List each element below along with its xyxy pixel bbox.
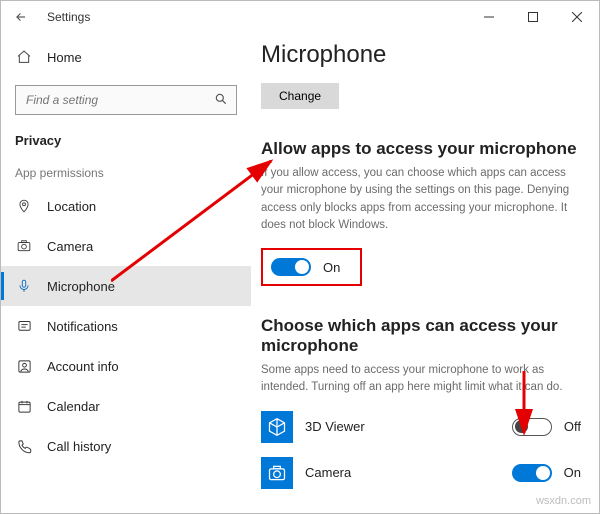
toggle-state-label: Off (564, 419, 581, 434)
titlebar: Settings (1, 1, 599, 33)
sidebar-item-label: Account info (47, 359, 119, 374)
section-allow-title: Allow apps to access your microphone (261, 139, 581, 159)
allow-apps-toggle[interactable] (271, 258, 311, 276)
location-icon (15, 198, 33, 214)
app-toggle-camera[interactable] (512, 464, 552, 482)
home-nav[interactable]: Home (15, 39, 237, 75)
account-icon (15, 359, 33, 374)
calendar-icon (15, 399, 33, 414)
sidebar-item-label: Location (47, 199, 96, 214)
back-button[interactable] (9, 5, 33, 29)
maximize-button[interactable] (511, 1, 555, 33)
notifications-icon (15, 319, 33, 334)
search-input[interactable] (24, 92, 214, 108)
page-title: Microphone (261, 41, 581, 69)
sidebar-item-microphone[interactable]: Microphone (1, 266, 251, 306)
watermark: wsxdn.com (536, 495, 591, 507)
sidebar-item-account-info[interactable]: Account info (1, 346, 251, 386)
cube-icon (261, 411, 293, 443)
settings-window: Settings Home Privacy App permissions Lo… (0, 0, 600, 514)
sidebar-item-calendar[interactable]: Calendar (1, 386, 251, 426)
home-label: Home (47, 50, 82, 65)
content: Microphone Change Allow apps to access y… (251, 33, 599, 513)
microphone-icon (15, 278, 33, 294)
body: Home Privacy App permissions Location Ca… (1, 33, 599, 513)
close-button[interactable] (555, 1, 599, 33)
group-label: App permissions (15, 166, 237, 180)
sidebar-item-call-history[interactable]: Call history (1, 426, 251, 466)
sidebar-item-location[interactable]: Location (1, 186, 251, 226)
minimize-button[interactable] (467, 1, 511, 33)
sidebar-item-camera[interactable]: Camera (1, 226, 251, 266)
change-button[interactable]: Change (261, 83, 339, 109)
camera-app-icon (261, 457, 293, 489)
sidebar-item-notifications[interactable]: Notifications (1, 306, 251, 346)
search-icon (214, 92, 228, 109)
phone-icon (15, 439, 33, 454)
app-row-camera: Camera On (261, 457, 581, 489)
toggle-state-label: On (564, 465, 581, 480)
category-heading: Privacy (15, 133, 237, 148)
window-title: Settings (47, 10, 90, 24)
sidebar-item-label: Camera (47, 239, 93, 254)
app-name-label: 3D Viewer (305, 419, 512, 434)
search-box[interactable] (15, 85, 237, 115)
sidebar-item-label: Calendar (47, 399, 100, 414)
toggle-row-allow: On (271, 258, 340, 276)
home-icon (15, 49, 33, 65)
window-controls (467, 1, 599, 33)
sidebar-item-label: Notifications (47, 319, 118, 334)
sidebar: Home Privacy App permissions Location Ca… (1, 33, 251, 513)
app-toggle-3d-viewer[interactable] (512, 418, 552, 436)
sidebar-item-label: Call history (47, 439, 111, 454)
app-name-label: Camera (305, 465, 512, 480)
section-choose-title: Choose which apps can access your microp… (261, 316, 581, 356)
annotation-highlight: On (261, 248, 362, 286)
section-allow-desc: If you allow access, you can choose whic… (261, 165, 581, 234)
camera-icon (15, 239, 33, 253)
section-choose-desc: Some apps need to access your microphone… (261, 362, 581, 397)
sidebar-item-label: Microphone (47, 279, 115, 294)
toggle-state-label: On (323, 260, 340, 275)
app-row-3d-viewer: 3D Viewer Off (261, 411, 581, 443)
